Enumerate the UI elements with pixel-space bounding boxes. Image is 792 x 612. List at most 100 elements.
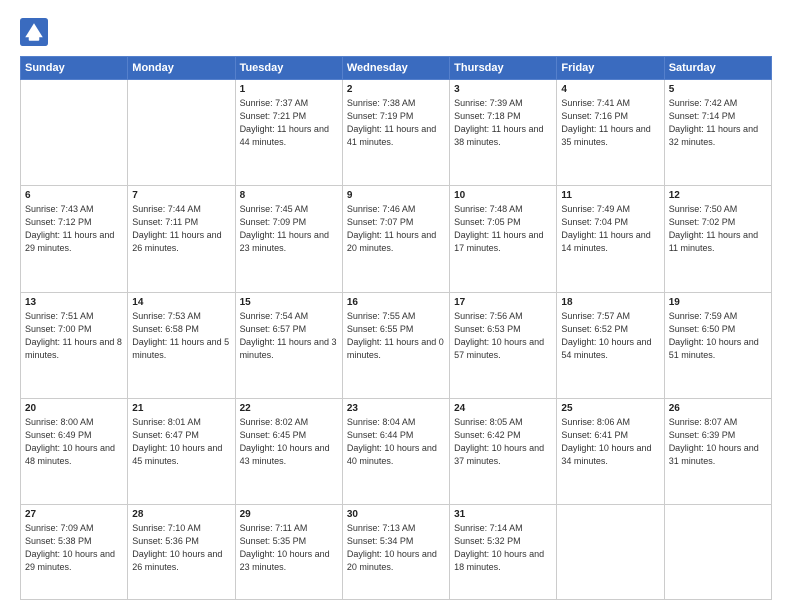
calendar-cell: 17 Sunrise: 7:56 AMSunset: 6:53 PMDayligh… [450, 292, 557, 398]
calendar-cell: 3Sunrise: 7:39 AMSunset: 7:18 PMDaylight… [450, 80, 557, 186]
day-info: Sunrise: 7:41 AMSunset: 7:16 PMDaylight:… [561, 97, 659, 149]
header [20, 18, 772, 46]
day-number: 23 [347, 403, 445, 414]
day-info: Sunrise: 8:04 AMSunset: 6:44 PMDaylight:… [347, 416, 445, 468]
calendar-cell: 14 Sunrise: 7:53 AMSunset: 6:58 PMDayligh… [128, 292, 235, 398]
calendar-cell: 1 Sunrise: 7:37 AMSunset: 7:21 PMDaylight… [235, 80, 342, 186]
calendar-cell: 12 Sunrise: 7:50 AMSunset: 7:02 PMDayligh… [664, 186, 771, 292]
page: SundayMondayTuesdayWednesdayThursdayFrid… [0, 0, 792, 612]
calendar-cell [128, 80, 235, 186]
calendar-week-row: 6 Sunrise: 7:43 AMSunset: 7:12 PMDaylight… [21, 186, 772, 292]
calendar-cell: 4 Sunrise: 7:41 AMSunset: 7:16 PMDaylight… [557, 80, 664, 186]
day-info: Sunrise: 7:59 AMSunset: 6:50 PMDaylight:… [669, 310, 767, 362]
day-info: Sunrise: 8:07 AMSunset: 6:39 PMDaylight:… [669, 416, 767, 468]
day-info: Sunrise: 7:49 AMSunset: 7:04 PMDaylight:… [561, 203, 659, 255]
day-info: Sunrise: 7:43 AMSunset: 7:12 PMDaylight:… [25, 203, 123, 255]
calendar-cell: 7 Sunrise: 7:44 AMSunset: 7:11 PMDaylight… [128, 186, 235, 292]
day-number: 25 [561, 403, 659, 414]
day-number: 11 [561, 190, 659, 201]
day-info: Sunrise: 7:13 AMSunset: 5:34 PMDaylight:… [347, 522, 445, 574]
day-number: 17 [454, 297, 552, 308]
weekday-header: Sunday [21, 57, 128, 80]
day-info: Sunrise: 8:05 AMSunset: 6:42 PMDaylight:… [454, 416, 552, 468]
calendar-cell: 24 Sunrise: 8:05 AMSunset: 6:42 PMDayligh… [450, 398, 557, 504]
calendar-cell: 16 Sunrise: 7:55 AMSunset: 6:55 PMDayligh… [342, 292, 449, 398]
day-info: Sunrise: 7:51 AMSunset: 7:00 PMDaylight:… [25, 310, 123, 362]
day-number: 10 [454, 190, 552, 201]
day-info: Sunrise: 8:06 AMSunset: 6:41 PMDaylight:… [561, 416, 659, 468]
calendar-cell: 19 Sunrise: 7:59 AMSunset: 6:50 PMDayligh… [664, 292, 771, 398]
calendar-cell: 28 Sunrise: 7:10 AMSunset: 5:36 PMDayligh… [128, 505, 235, 600]
logo [20, 18, 52, 46]
calendar-cell: 18 Sunrise: 7:57 AMSunset: 6:52 PMDayligh… [557, 292, 664, 398]
calendar-week-row: 27 Sunrise: 7:09 AMSunset: 5:38 PMDayligh… [21, 505, 772, 600]
calendar-week-row: 20Sunrise: 8:00 AMSunset: 6:49 PMDayligh… [21, 398, 772, 504]
day-number: 1 [240, 84, 338, 95]
day-number: 2 [347, 84, 445, 95]
day-number: 22 [240, 403, 338, 414]
day-number: 7 [132, 190, 230, 201]
calendar-cell: 11 Sunrise: 7:49 AMSunset: 7:04 PMDayligh… [557, 186, 664, 292]
weekday-header: Thursday [450, 57, 557, 80]
calendar-cell: 15Sunrise: 7:54 AMSunset: 6:57 PMDayligh… [235, 292, 342, 398]
day-info: Sunrise: 8:00 AMSunset: 6:49 PMDaylight:… [25, 416, 123, 468]
weekday-header: Wednesday [342, 57, 449, 80]
calendar-cell [21, 80, 128, 186]
day-info: Sunrise: 7:11 AMSunset: 5:35 PMDaylight:… [240, 522, 338, 574]
calendar-cell: 30 Sunrise: 7:13 AMSunset: 5:34 PMDayligh… [342, 505, 449, 600]
calendar-cell: 23 Sunrise: 8:04 AMSunset: 6:44 PMDayligh… [342, 398, 449, 504]
day-number: 28 [132, 509, 230, 520]
day-number: 21 [132, 403, 230, 414]
weekday-header: Saturday [664, 57, 771, 80]
day-info: Sunrise: 7:54 AMSunset: 6:57 PMDaylight:… [240, 310, 338, 362]
calendar: SundayMondayTuesdayWednesdayThursdayFrid… [20, 56, 772, 600]
calendar-cell: 6 Sunrise: 7:43 AMSunset: 7:12 PMDaylight… [21, 186, 128, 292]
day-number: 6 [25, 190, 123, 201]
calendar-cell: 9 Sunrise: 7:46 AMSunset: 7:07 PMDaylight… [342, 186, 449, 292]
calendar-cell [664, 505, 771, 600]
day-info: Sunrise: 7:53 AMSunset: 6:58 PMDaylight:… [132, 310, 230, 362]
day-number: 13 [25, 297, 123, 308]
day-number: 14 [132, 297, 230, 308]
day-info: Sunrise: 7:10 AMSunset: 5:36 PMDaylight:… [132, 522, 230, 574]
day-number: 9 [347, 190, 445, 201]
calendar-cell: 26 Sunrise: 8:07 AMSunset: 6:39 PMDayligh… [664, 398, 771, 504]
calendar-cell [557, 505, 664, 600]
calendar-cell: 25 Sunrise: 8:06 AMSunset: 6:41 PMDayligh… [557, 398, 664, 504]
calendar-cell: 5 Sunrise: 7:42 AMSunset: 7:14 PMDaylight… [664, 80, 771, 186]
day-number: 8 [240, 190, 338, 201]
day-number: 5 [669, 84, 767, 95]
day-info: Sunrise: 7:46 AMSunset: 7:07 PMDaylight:… [347, 203, 445, 255]
day-number: 12 [669, 190, 767, 201]
day-info: Sunrise: 7:38 AMSunset: 7:19 PMDaylight:… [347, 97, 445, 149]
day-info: Sunrise: 7:09 AMSunset: 5:38 PMDaylight:… [25, 522, 123, 574]
day-number: 26 [669, 403, 767, 414]
day-info: Sunrise: 7:56 AMSunset: 6:53 PMDaylight:… [454, 310, 552, 362]
calendar-cell: 8Sunrise: 7:45 AMSunset: 7:09 PMDaylight… [235, 186, 342, 292]
calendar-cell: 29 Sunrise: 7:11 AMSunset: 5:35 PMDayligh… [235, 505, 342, 600]
calendar-cell: 2 Sunrise: 7:38 AMSunset: 7:19 PMDaylight… [342, 80, 449, 186]
day-info: Sunrise: 7:57 AMSunset: 6:52 PMDaylight:… [561, 310, 659, 362]
day-number: 29 [240, 509, 338, 520]
calendar-cell: 21Sunrise: 8:01 AMSunset: 6:47 PMDayligh… [128, 398, 235, 504]
day-info: Sunrise: 7:44 AMSunset: 7:11 PMDaylight:… [132, 203, 230, 255]
day-info: Sunrise: 7:50 AMSunset: 7:02 PMDaylight:… [669, 203, 767, 255]
day-number: 24 [454, 403, 552, 414]
day-number: 16 [347, 297, 445, 308]
day-number: 27 [25, 509, 123, 520]
day-info: Sunrise: 7:39 AMSunset: 7:18 PMDaylight:… [454, 97, 552, 149]
day-info: Sunrise: 7:48 AMSunset: 7:05 PMDaylight:… [454, 203, 552, 255]
calendar-cell: 31Sunrise: 7:14 AMSunset: 5:32 PMDayligh… [450, 505, 557, 600]
day-info: Sunrise: 7:55 AMSunset: 6:55 PMDaylight:… [347, 310, 445, 362]
weekday-header: Monday [128, 57, 235, 80]
calendar-header-row: SundayMondayTuesdayWednesdayThursdayFrid… [21, 57, 772, 80]
day-info: Sunrise: 7:14 AMSunset: 5:32 PMDaylight:… [454, 522, 552, 574]
calendar-cell: 13 Sunrise: 7:51 AMSunset: 7:00 PMDayligh… [21, 292, 128, 398]
day-number: 19 [669, 297, 767, 308]
day-number: 30 [347, 509, 445, 520]
day-info: Sunrise: 7:42 AMSunset: 7:14 PMDaylight:… [669, 97, 767, 149]
day-number: 4 [561, 84, 659, 95]
calendar-week-row: 13 Sunrise: 7:51 AMSunset: 7:00 PMDayligh… [21, 292, 772, 398]
day-info: Sunrise: 7:37 AMSunset: 7:21 PMDaylight:… [240, 97, 338, 149]
day-number: 18 [561, 297, 659, 308]
